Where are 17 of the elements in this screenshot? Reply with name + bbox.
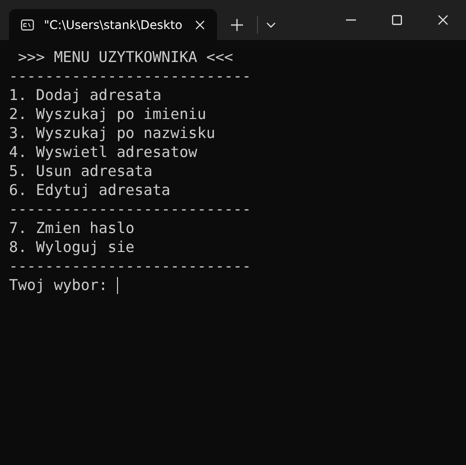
console-line: 2. Wyszukaj po imieniu	[9, 105, 206, 124]
console-line: >>> MENU UZYTKOWNIKA <<<	[16, 48, 234, 67]
console-line: 5. Usun adresata	[9, 162, 152, 181]
console-line: ---------------------------	[9, 200, 252, 219]
console-line: 1. Dodaj adresata	[9, 86, 162, 105]
console-line: 3. Wyszukaj po nazwisku	[9, 124, 216, 143]
terminal-tab[interactable]: "C:\Users\stank\Deskto	[9, 9, 217, 40]
console-line: 7. Zmien haslo	[9, 219, 135, 238]
console-line: 8. Wyloguj sie	[9, 238, 135, 257]
console-line: 6. Edytuj adresata	[9, 181, 170, 200]
terminal-icon	[21, 18, 34, 30]
console-line: 4. Wyswietl adresatow	[9, 143, 198, 162]
tab-title: "C:\Users\stank\Deskto	[44, 18, 182, 32]
console-line: ---------------------------	[9, 67, 252, 86]
console-line: ---------------------------	[9, 257, 252, 276]
input-prompt: Twoj wybor:	[9, 276, 108, 295]
text-cursor	[116, 277, 118, 294]
